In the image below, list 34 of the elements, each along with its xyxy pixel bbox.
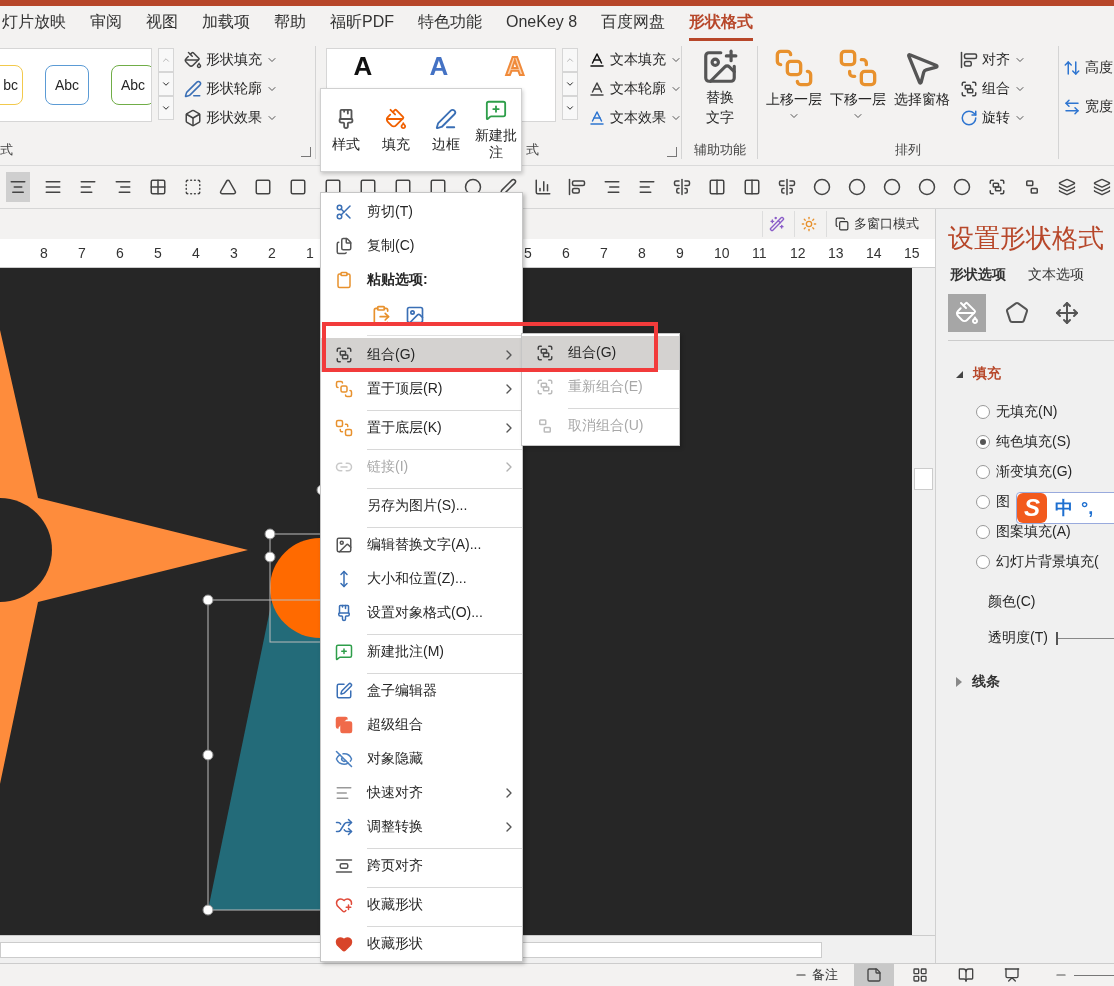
ruler-number: 14 [866,245,883,261]
ruler-number: 2 [268,245,277,261]
group-label: 式 [0,141,13,159]
color-label: 颜色(C) [988,593,1037,611]
ruler-number: 3 [230,245,239,261]
ruler-number: 10 [714,245,731,261]
group-label: 式 [526,141,539,159]
radio-label: 幻灯片背景填充( [996,553,1099,571]
radio-label: 纯色填充(S) [996,433,1071,451]
group-label: 排列 [895,141,921,159]
ruler-number: 7 [600,245,609,261]
ruler-number: 6 [116,245,125,261]
ruler-number: 9 [676,245,685,261]
ruler-number: 8 [40,245,49,261]
radio-label: 图 [996,493,1010,511]
radio-label: 无填充(N) [996,403,1058,421]
ruler-number: 13 [828,245,845,261]
ruler-number: 11 [752,245,768,261]
ime-logo: S [1017,493,1047,523]
ruler-number: 6 [562,245,571,261]
ruler-number: 5 [154,245,163,261]
pane-title: 设置形状格式 [948,222,1105,255]
radio-label: 图案填充(A) [996,523,1071,541]
ruler-number: 15 [904,245,921,261]
group-label: 辅助功能 [693,141,746,159]
ruler-number: 8 [638,245,647,261]
menu-header: 粘贴选项: [321,263,522,297]
ruler-number: 5 [524,245,533,261]
ruler-number: 12 [790,245,807,261]
ruler-number: 7 [78,245,87,261]
ruler-number: 4 [192,245,201,261]
radio-label: 渐变填充(G) [996,463,1073,481]
ruler-number: 1 [306,245,315,261]
transparency-label: 透明度(T) [988,629,1048,647]
